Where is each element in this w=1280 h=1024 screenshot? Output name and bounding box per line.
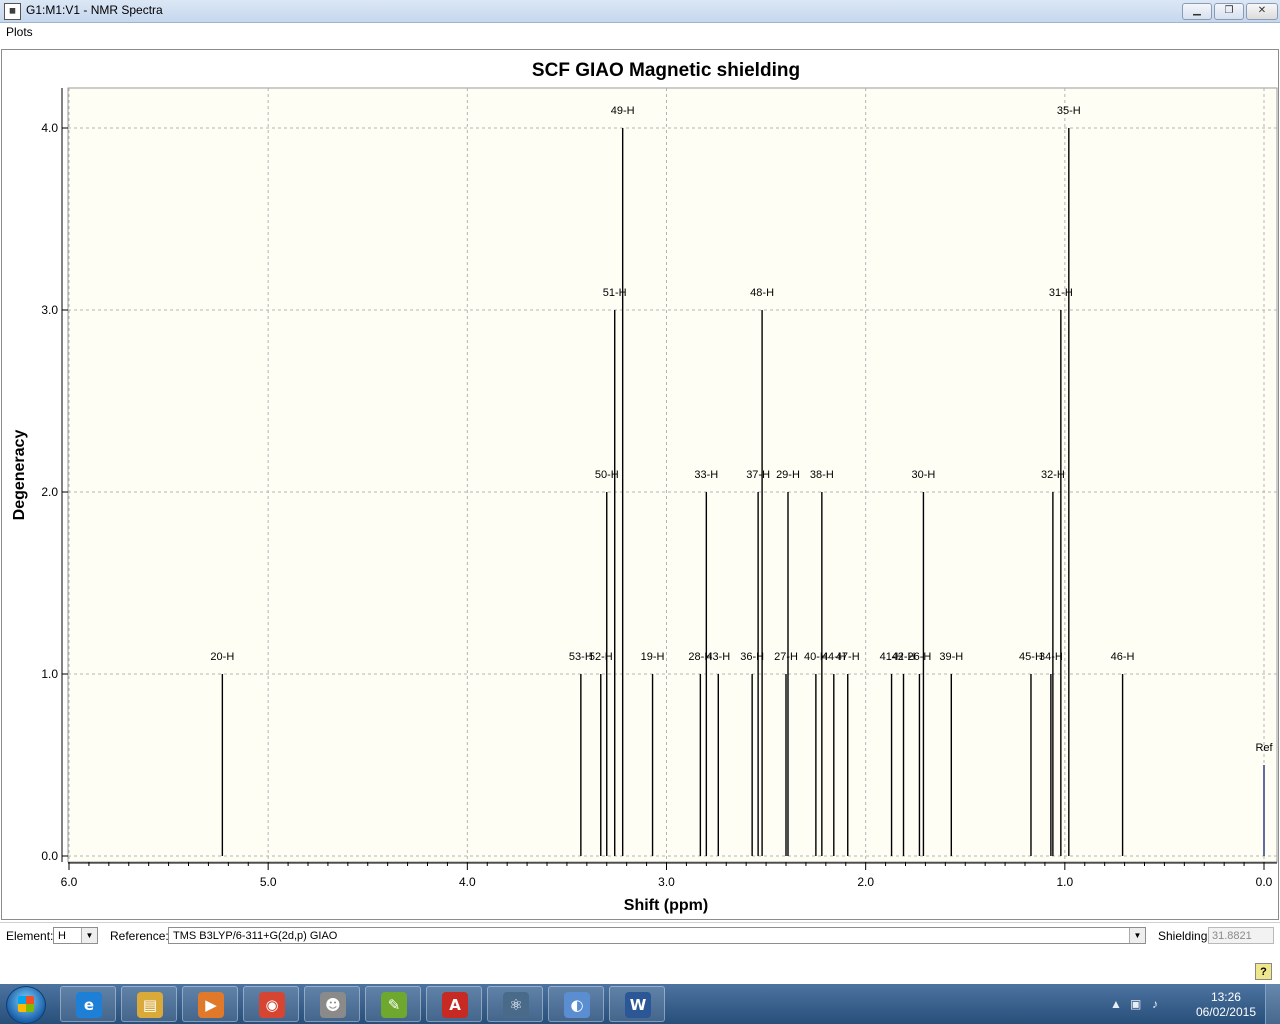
file-explorer-icon: ▤ xyxy=(137,992,163,1018)
clock-time: 13:26 xyxy=(1210,990,1241,1004)
window-title: G1:M1:V1 - NMR Spectra xyxy=(26,3,163,17)
x-tick-label: 3.0 xyxy=(658,875,675,889)
network-icon[interactable]: ▣ xyxy=(1130,997,1141,1011)
peak-label: 36-H xyxy=(740,651,764,663)
element-label: Element: xyxy=(6,929,54,943)
taskbar-app-button[interactable]: ▤ xyxy=(121,986,177,1022)
acrobat-icon: A xyxy=(442,992,468,1018)
tray-expand-icon[interactable]: ▲ xyxy=(1110,997,1122,1011)
internet-explorer-icon: e xyxy=(76,992,102,1018)
mouse-app-icon: ☻ xyxy=(320,992,346,1018)
shielding-label: Shielding: xyxy=(1158,929,1211,943)
peak-label: 38-H xyxy=(810,469,834,481)
shielding-field: 31.8821 xyxy=(1208,927,1274,944)
y-axis-label: Degeneracy xyxy=(11,430,28,521)
close-icon: ✕ xyxy=(1257,5,1267,16)
chrome-icon: ◉ xyxy=(259,992,285,1018)
taskbar-app-button[interactable]: ✎ xyxy=(365,986,421,1022)
clock-date: 06/02/2015 xyxy=(1195,1005,1256,1019)
x-tick-label: 4.0 xyxy=(459,875,476,889)
chevron-down-icon[interactable]: ▼ xyxy=(1129,928,1145,943)
minimize-icon: ▁ xyxy=(1193,5,1201,16)
menu-plots[interactable]: Plots xyxy=(6,25,33,39)
taskbar-app-button[interactable]: ▶ xyxy=(182,986,238,1022)
chart-notepad-icon: ✎ xyxy=(381,992,407,1018)
taskbar-app-button[interactable]: ⚛ xyxy=(487,986,543,1022)
reference-value: TMS B3LYP/6-311+G(2d,p) GIAO xyxy=(173,930,338,942)
y-tick-label: 1.0 xyxy=(41,667,58,681)
menu-bar: Plots xyxy=(0,23,1280,41)
reference-label: Reference: xyxy=(110,929,169,943)
x-tick-label: 2.0 xyxy=(857,875,874,889)
y-tick-label: 2.0 xyxy=(41,485,58,499)
reference-select[interactable]: TMS B3LYP/6-311+G(2d,p) GIAO ▼ xyxy=(168,927,1146,944)
taskbar-app-button[interactable]: ◉ xyxy=(243,986,299,1022)
taskbar-app-button[interactable]: e xyxy=(60,986,116,1022)
peak-label: 47-H xyxy=(836,651,860,663)
taskbar-app-button[interactable]: ☻ xyxy=(304,986,360,1022)
windows-logo-icon xyxy=(18,996,34,1012)
close-button[interactable]: ✕ xyxy=(1246,3,1278,20)
volume-icon[interactable]: ♪ xyxy=(1152,997,1158,1011)
window-titlebar: ▦ G1:M1:V1 - NMR Spectra ▁ ❐ ✕ xyxy=(0,0,1280,23)
peak-label: 37-H xyxy=(746,469,770,481)
nmr-app-icon[interactable]: ▦ xyxy=(4,3,21,20)
media-player-icon: ▶ xyxy=(198,992,224,1018)
maximize-icon: ❐ xyxy=(1224,5,1234,16)
peak-label: 48-H xyxy=(750,287,774,299)
nmr-spectrum-chart[interactable]: SCF GIAO Magnetic shielding 6.0 5.0 4.0 3.0 2… xyxy=(2,50,1278,919)
peak-label: 19-H xyxy=(641,651,665,663)
taskbar: e ▤ ▶ ◉ ☻ ✎ A ⚛ ◐ W ▲ ▣ ♪ 13:26 06/02/2015 xyxy=(0,984,1280,1024)
clock[interactable]: 13:26 06/02/2015 xyxy=(1196,990,1256,1020)
x-axis-label: Shift (ppm) xyxy=(624,897,708,914)
peak-label: 26-H xyxy=(908,651,932,663)
show-desktop-button[interactable] xyxy=(1265,984,1280,1024)
peak-label: 34-H xyxy=(1039,651,1063,663)
peak-label: 33-H xyxy=(694,469,718,481)
peak-label: 43-H xyxy=(706,651,730,663)
x-tick-label: 1.0 xyxy=(1056,875,1073,889)
peak-label: 29-H xyxy=(776,469,800,481)
peak-label: 49-H xyxy=(611,105,635,117)
y-tick-label: 4.0 xyxy=(41,121,58,135)
peak-label: 30-H xyxy=(912,469,936,481)
peak-label: 39-H xyxy=(939,651,963,663)
peak-label: 27-H xyxy=(774,651,798,663)
plot-area xyxy=(67,87,1278,863)
help-button[interactable]: ? xyxy=(1255,963,1272,980)
peak-label: 52-H xyxy=(589,651,613,663)
system-tray: ▲ ▣ ♪ 13:26 06/02/2015 xyxy=(1110,984,1280,1024)
taskbar-app-button[interactable]: A xyxy=(426,986,482,1022)
x-tick-label: 5.0 xyxy=(260,875,277,889)
chart-title: SCF GIAO Magnetic shielding xyxy=(532,60,800,81)
word-icon: W xyxy=(625,992,651,1018)
start-button[interactable] xyxy=(6,986,46,1024)
peak-label: 20-H xyxy=(210,651,234,663)
element-value: H xyxy=(58,930,66,942)
element-select[interactable]: H ▼ xyxy=(53,927,98,944)
x-tick-label: 6.0 xyxy=(61,875,78,889)
taskbar-app-button[interactable]: ◐ xyxy=(548,986,604,1022)
bottom-controls: Element: H ▼ Reference: TMS B3LYP/6-311+… xyxy=(0,922,1280,949)
maximize-button[interactable]: ❐ xyxy=(1214,3,1244,20)
molecule-viewer-icon: ⚛ xyxy=(503,992,529,1018)
nmr-plot-panel: SCF GIAO Magnetic shielding 6.0 5.0 4.0 3.0 2… xyxy=(1,49,1279,920)
taskbar-app-button[interactable]: W xyxy=(609,986,665,1022)
x-tick-label: 0.0 xyxy=(1256,875,1273,889)
paint-icon: ◐ xyxy=(564,992,590,1018)
chevron-down-icon[interactable]: ▼ xyxy=(81,928,97,943)
minimize-button[interactable]: ▁ xyxy=(1182,3,1212,20)
y-tick-label: 0.0 xyxy=(41,849,58,863)
peak-label: 46-H xyxy=(1111,651,1135,663)
peak-label: 35-H xyxy=(1057,105,1081,117)
help-icon: ? xyxy=(1260,966,1267,978)
peak-label: Ref xyxy=(1255,742,1273,754)
y-tick-label: 3.0 xyxy=(41,303,58,317)
